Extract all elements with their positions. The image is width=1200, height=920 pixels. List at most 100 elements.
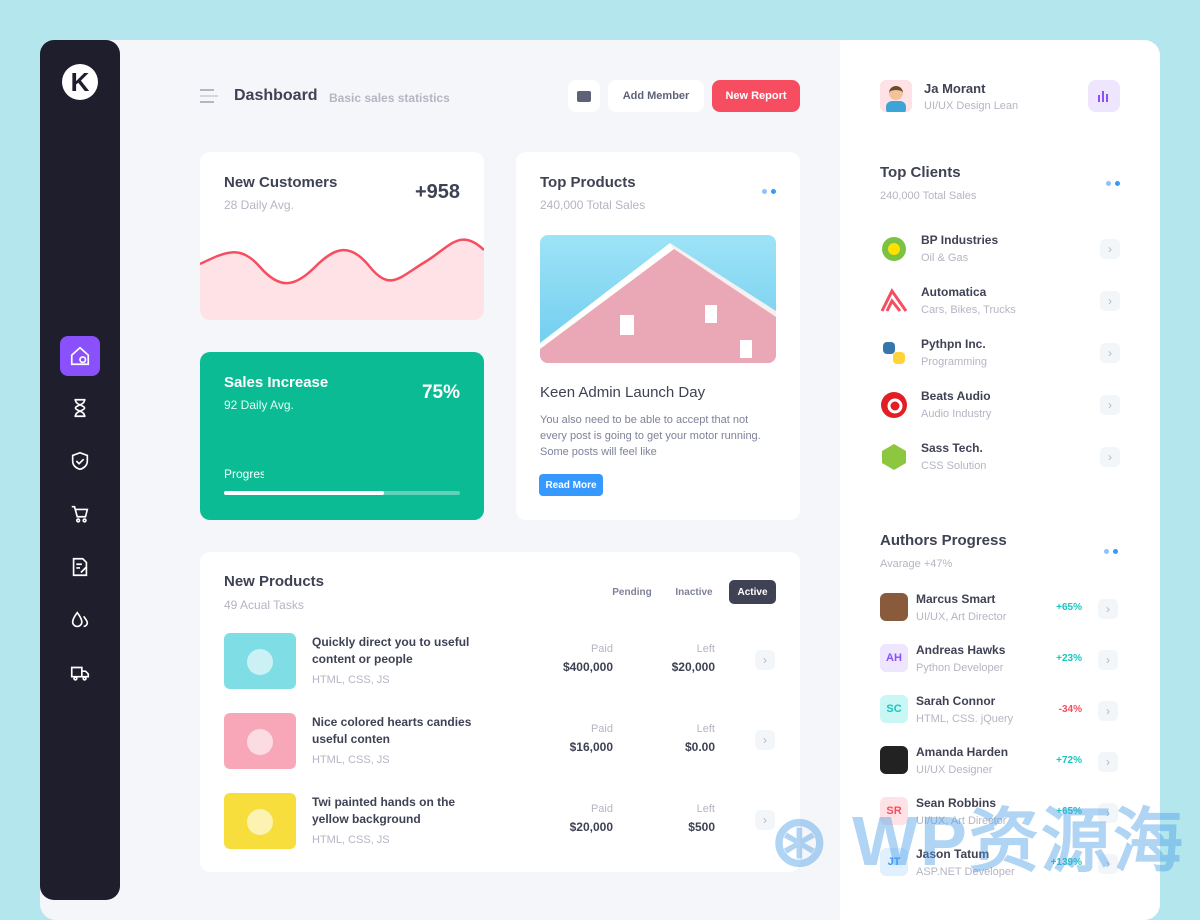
product-title[interactable]: Nice colored hearts candies useful conte… (312, 714, 482, 748)
drops-icon[interactable] (60, 600, 100, 640)
chevron-right-icon[interactable]: › (755, 650, 775, 670)
card-subtitle: 92 Daily Avg. (224, 398, 294, 412)
author-name[interactable]: Sarah Connor (916, 693, 995, 710)
author-progress: +65% (1056, 602, 1082, 613)
author-name[interactable]: Amanda Harden (916, 744, 1008, 761)
chevron-right-icon[interactable]: › (1098, 599, 1118, 619)
author-initials: AH (880, 644, 908, 672)
author-item[interactable]: Marcus Smart UI/UX, Art Director +65% › (880, 591, 1120, 627)
chevron-right-icon[interactable]: › (1098, 650, 1118, 670)
top-clients-title: Top Clients (880, 164, 961, 181)
product-title[interactable]: Twi painted hands on the yellow backgrou… (312, 794, 482, 828)
home-icon[interactable] (60, 336, 100, 376)
product-tags: HTML, CSS, JS (312, 754, 390, 766)
progress-bar (224, 491, 460, 495)
tab-inactive[interactable]: Inactive (666, 581, 722, 603)
author-name[interactable]: Marcus Smart (916, 591, 995, 608)
author-name[interactable]: Jason Tatum (916, 846, 989, 863)
client-name[interactable]: Beats Audio (921, 388, 991, 405)
page-title: Dashboard (234, 87, 318, 104)
client-name[interactable]: Automatica (921, 284, 986, 301)
client-name[interactable]: Pythpn Inc. (921, 336, 986, 353)
more-options-icon[interactable] (1104, 549, 1118, 554)
card-subtitle: 49 Acual Tasks (224, 598, 304, 612)
hourglass-icon[interactable] (60, 388, 100, 428)
stats-button[interactable] (1088, 80, 1120, 112)
top-clients-subtitle: 240,000 Total Sales (880, 190, 977, 202)
product-thumbnail (224, 633, 296, 689)
client-item[interactable]: Sass Tech. CSS Solution › (880, 440, 1120, 480)
chevron-right-icon[interactable]: › (755, 730, 775, 750)
author-initials: JT (880, 848, 908, 876)
client-name[interactable]: Sass Tech. (921, 440, 983, 457)
client-item[interactable]: Beats Audio Audio Industry › (880, 388, 1120, 428)
left-label: Left (696, 723, 715, 735)
more-options-icon[interactable] (1106, 181, 1120, 186)
document-edit-icon[interactable] (60, 547, 100, 587)
left-label: Left (696, 643, 715, 655)
client-item[interactable]: BP Industries Oil & Gas › (880, 232, 1120, 272)
new-products-card: New Products 49 Acual Tasks Pending Inac… (200, 552, 800, 872)
author-item[interactable]: SR Sean Robbins UI/UX, Art Director +65%… (880, 795, 1120, 831)
chevron-right-icon[interactable]: › (1098, 701, 1118, 721)
chevron-right-icon[interactable]: › (1098, 752, 1118, 772)
new-report-button[interactable]: New Report (712, 80, 800, 112)
new-customers-card: New Customers 28 Daily Avg. +958 (200, 152, 484, 320)
logo[interactable]: K (62, 64, 98, 100)
customers-value: +958 (414, 181, 460, 203)
chevron-right-icon[interactable]: › (1098, 854, 1118, 874)
more-options-icon[interactable] (762, 189, 776, 194)
client-item[interactable]: Pythpn Inc. Programming › (880, 336, 1120, 376)
authors-subtitle: Avarage +47% (880, 558, 953, 570)
chevron-right-icon[interactable]: › (1100, 291, 1120, 311)
paid-value: $20,000 (569, 820, 613, 834)
left-value: $20,000 (671, 660, 715, 674)
chevron-right-icon[interactable]: › (1098, 803, 1118, 823)
menu-toggle-icon[interactable] (200, 89, 218, 103)
tab-active[interactable]: Active (729, 580, 776, 604)
post-text: You also need to be able to accept that … (540, 414, 761, 458)
client-item[interactable]: Automatica Cars, Bikes, Trucks › (880, 284, 1120, 324)
product-row[interactable]: Quickly direct you to useful content or … (200, 632, 800, 692)
tab-pending[interactable]: Pending (604, 581, 660, 603)
cart-icon[interactable] (60, 494, 100, 534)
card-subtitle: 240,000 Total Sales (540, 198, 646, 212)
authors-title: Authors Progress (880, 532, 1007, 549)
sass-logo-icon (882, 444, 906, 470)
avatar[interactable] (880, 80, 912, 112)
author-item[interactable]: AH Andreas Hawks Python Developer +23% › (880, 642, 1120, 678)
left-value: $500 (688, 820, 715, 834)
author-progress: +23% (1056, 653, 1082, 664)
author-item[interactable]: JT Jason Tatum ASP.NET Developer +139% › (880, 846, 1120, 882)
author-role: UI/UX, Art Director (916, 611, 1007, 623)
truck-icon[interactable] (60, 653, 100, 693)
author-name[interactable]: Andreas Hawks (916, 642, 1005, 659)
author-item[interactable]: Amanda Harden UI/UX Designer +72% › (880, 744, 1120, 780)
author-initials: SC (880, 695, 908, 723)
bp-logo-icon (882, 237, 906, 261)
chevron-right-icon[interactable]: › (1100, 395, 1120, 415)
chevron-right-icon[interactable]: › (1100, 447, 1120, 467)
author-name[interactable]: Sean Robbins (916, 795, 996, 812)
client-desc: Programming (921, 356, 988, 368)
product-title[interactable]: Quickly direct you to useful content or … (312, 634, 482, 668)
product-row[interactable]: Nice colored hearts candies useful conte… (200, 712, 800, 772)
customers-sparkline (200, 238, 484, 320)
product-row[interactable]: Twi painted hands on the yellow backgrou… (200, 792, 800, 852)
card-title: Sales Increase (224, 374, 329, 391)
author-progress: +72% (1056, 755, 1082, 766)
author-role: Python Developer (916, 662, 1004, 674)
chat-button[interactable] (568, 80, 600, 112)
paid-value: $16,000 (569, 740, 613, 754)
chevron-right-icon[interactable]: › (755, 810, 775, 830)
automatica-logo-icon (880, 288, 908, 312)
add-member-button[interactable]: Add Member (608, 80, 704, 112)
client-name[interactable]: BP Industries (921, 232, 998, 249)
read-more-button[interactable]: Read More (539, 474, 603, 496)
card-title: Top Products (540, 174, 636, 191)
author-item[interactable]: SC Sarah Connor HTML, CSS. jQuery -34% › (880, 693, 1120, 729)
chevron-right-icon[interactable]: › (1100, 239, 1120, 259)
chevron-right-icon[interactable]: › (1100, 343, 1120, 363)
shield-icon[interactable] (60, 441, 100, 481)
page-subtitle: Basic sales statistics (329, 91, 450, 105)
